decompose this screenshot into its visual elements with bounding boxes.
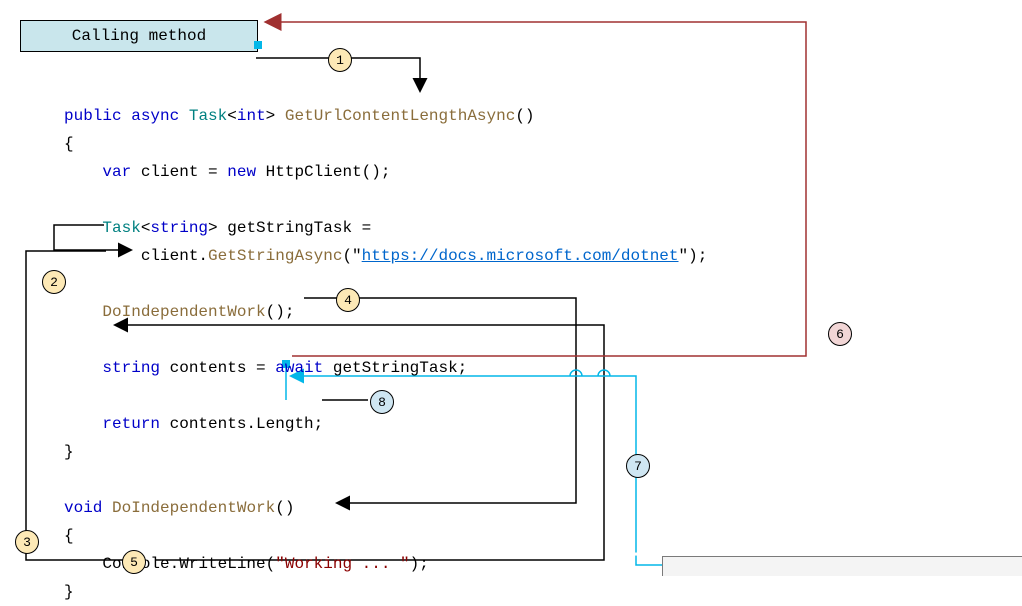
code-block: public async Task<int> GetUrlContentLeng… xyxy=(64,102,707,606)
step-badge-7: 7 xyxy=(626,454,650,478)
continuation-box xyxy=(662,556,1022,576)
step-badge-2: 2 xyxy=(42,270,66,294)
step-badge-1: 1 xyxy=(328,48,352,72)
step-badge-6: 6 xyxy=(828,322,852,346)
calling-method-label: Calling method xyxy=(72,27,206,45)
step-badge-8: 8 xyxy=(370,390,394,414)
step-badge-5: 5 xyxy=(122,550,146,574)
resume-point-top xyxy=(254,41,262,49)
step-badge-4: 4 xyxy=(336,288,360,312)
calling-method-box: Calling method xyxy=(20,20,258,52)
step-badge-3: 3 xyxy=(15,530,39,554)
url-link[interactable]: https://docs.microsoft.com/dotnet xyxy=(362,247,679,265)
